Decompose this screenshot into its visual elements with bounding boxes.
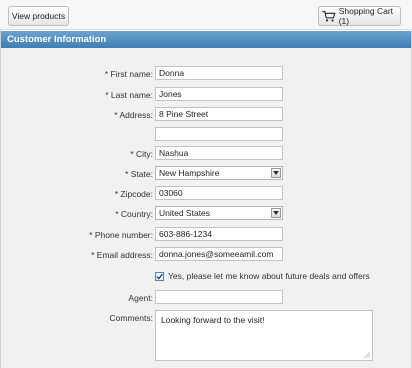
shopping-cart-button[interactable]: Shopping Cart (1) xyxy=(318,6,401,26)
shopping-cart-label: Shopping Cart (1) xyxy=(338,6,394,26)
state-row: * State: New Hampshire xyxy=(1,166,411,182)
agent-input[interactable] xyxy=(155,290,283,304)
email-row: * Email address: donna.jones@someeamil.c… xyxy=(1,247,411,263)
check-icon xyxy=(156,273,163,280)
country-select-value: United States xyxy=(159,208,211,218)
deals-checkbox[interactable] xyxy=(155,271,164,281)
zipcode-row: * Zipcode: 03060 xyxy=(1,186,411,202)
city-input[interactable]: Nashua xyxy=(155,146,283,160)
shopping-cart-icon xyxy=(322,10,336,22)
address2-row xyxy=(1,127,411,143)
address-label: * Address: xyxy=(114,110,153,120)
first-name-row: * First name: Donna xyxy=(1,66,411,82)
deals-checkbox-label: Yes, please let me know about future dea… xyxy=(168,271,370,281)
zipcode-input[interactable]: 03060 xyxy=(155,186,283,200)
country-select[interactable]: United States xyxy=(155,206,283,220)
country-label: * Country: xyxy=(115,209,153,219)
phone-label: * Phone number: xyxy=(89,230,153,240)
address-input[interactable]: 8 Pine Street xyxy=(155,107,283,121)
city-label: * City: xyxy=(130,149,153,159)
last-name-label: * Last name: xyxy=(105,90,153,100)
chevron-down-icon[interactable] xyxy=(271,168,281,178)
phone-row: * Phone number: 603-886-1234 xyxy=(1,227,411,243)
customer-form-panel: * First name: Donna * Last name: Jones *… xyxy=(1,48,411,368)
address2-input[interactable] xyxy=(155,127,283,141)
top-toolbar: View products Shopping Cart (1) xyxy=(0,0,412,30)
zipcode-label: * Zipcode: xyxy=(114,189,153,199)
state-select[interactable]: New Hampshire xyxy=(155,166,283,180)
state-label: * State: xyxy=(125,169,153,179)
first-name-label: * First name: xyxy=(104,69,153,79)
agent-row: Agent: xyxy=(1,290,411,306)
comments-text: Looking forward to the visit! xyxy=(161,315,265,325)
comments-label: Comments: xyxy=(109,313,153,323)
view-products-label: View products xyxy=(11,11,66,21)
section-header: Customer Information xyxy=(1,31,411,48)
city-row: * City: Nashua xyxy=(1,146,411,162)
last-name-input[interactable]: Jones xyxy=(155,87,283,101)
view-products-button[interactable]: View products xyxy=(8,6,69,26)
phone-input[interactable]: 603-886-1234 xyxy=(155,227,283,241)
comments-textarea[interactable]: Looking forward to the visit! xyxy=(155,310,373,361)
agent-label: Agent: xyxy=(128,293,153,303)
resize-grip-icon[interactable] xyxy=(363,351,370,358)
address-row: * Address: 8 Pine Street xyxy=(1,107,411,123)
country-row: * Country: United States xyxy=(1,206,411,222)
email-input[interactable]: donna.jones@someeamil.com xyxy=(155,247,283,261)
state-select-value: New Hampshire xyxy=(159,168,220,178)
chevron-down-icon[interactable] xyxy=(271,208,281,218)
first-name-input[interactable]: Donna xyxy=(155,66,283,80)
deals-checkbox-row[interactable]: Yes, please let me know about future dea… xyxy=(155,269,370,283)
last-name-row: * Last name: Jones xyxy=(1,87,411,103)
email-label: * Email address: xyxy=(91,250,153,260)
